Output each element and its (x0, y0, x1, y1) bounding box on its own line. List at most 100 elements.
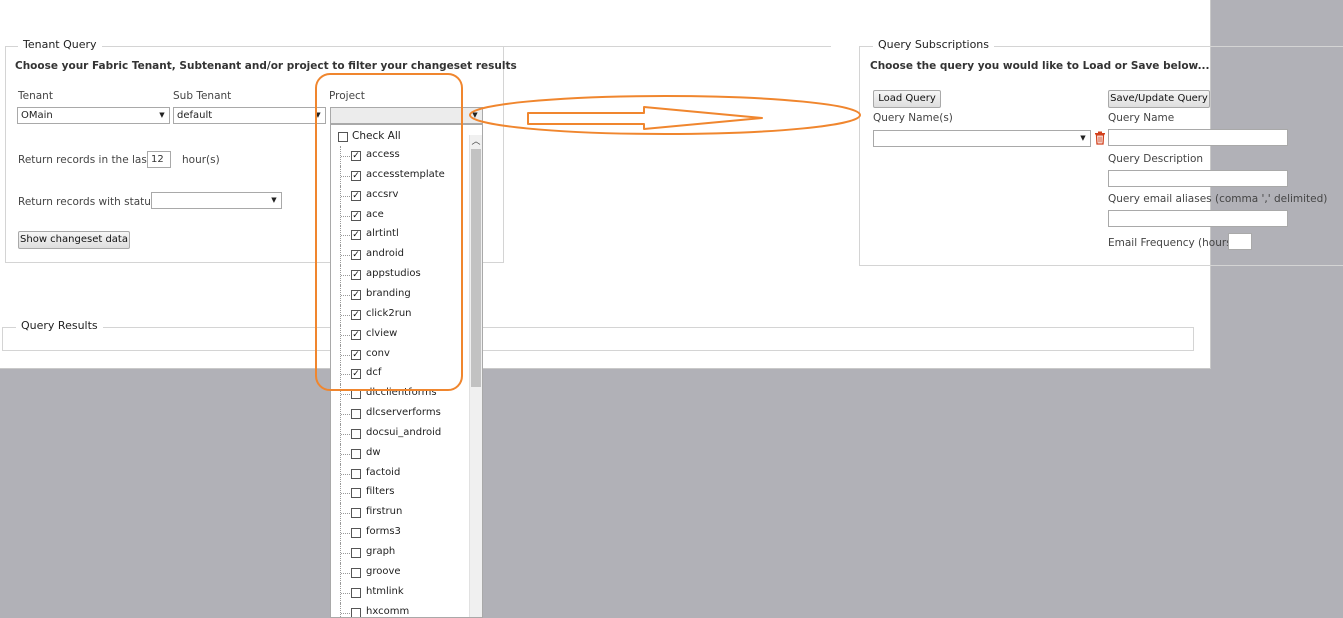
tree-connector (340, 384, 350, 405)
project-option[interactable]: dw (331, 443, 471, 464)
save-query-button[interactable]: Save/Update Query (1108, 90, 1210, 108)
project-option[interactable]: hxcomm (331, 602, 471, 617)
project-option-checkbox[interactable] (351, 567, 361, 578)
project-option-label: branding (366, 287, 411, 299)
project-option-checkbox[interactable]: ✓ (351, 170, 361, 181)
load-query-button[interactable]: Load Query (873, 90, 941, 108)
project-option-label: alrtintl (366, 228, 399, 240)
project-option-checkbox[interactable] (351, 607, 361, 617)
project-option[interactable]: ✓ clview (331, 324, 471, 345)
project-option[interactable]: docsui_android (331, 423, 471, 444)
query-name-input[interactable] (1108, 129, 1288, 146)
project-option[interactable]: ✓ alrtintl (331, 225, 471, 246)
project-option-label: graph (366, 546, 396, 557)
project-dropdown-list[interactable]: Check All ✓ access ✓ accesstemplate ✓ accsrv ✓… (330, 124, 483, 618)
project-option[interactable]: graph (331, 543, 471, 563)
dropdown-scrollbar[interactable]: ︿ (469, 135, 482, 617)
tree-connector (340, 165, 350, 186)
project-option-label: accesstemplate (366, 168, 445, 180)
project-option[interactable]: forms3 (331, 523, 471, 544)
query-name-label: Query Name (1108, 112, 1175, 124)
project-option[interactable]: ✓ accsrv (331, 185, 471, 206)
tree-connector (340, 503, 350, 524)
tenant-select[interactable]: OMain ▼ (17, 107, 170, 124)
query-names-select[interactable]: ▼ (873, 130, 1091, 147)
project-option-label: htmlink (366, 585, 404, 597)
tenant-select-value: OMain (21, 110, 53, 121)
project-option-checkbox[interactable]: ✓ (351, 210, 361, 221)
query-results-legend: Query Results (16, 319, 103, 332)
project-option[interactable]: factoid (331, 463, 471, 484)
return-last-input[interactable]: 12 (147, 151, 171, 168)
tree-connector (340, 483, 350, 504)
tree-connector (340, 463, 350, 484)
hours-label: hour(s) (182, 154, 220, 166)
project-option-label: firstrun (366, 506, 403, 518)
project-option[interactable]: ✓ appstudios (331, 265, 471, 286)
check-all-checkbox[interactable] (338, 132, 348, 142)
project-option-checkbox[interactable]: ✓ (351, 190, 361, 201)
project-option-label: dcf (366, 367, 382, 379)
project-option-label: android (366, 248, 404, 260)
project-option-checkbox[interactable] (351, 587, 361, 598)
email-frequency-input[interactable] (1228, 233, 1252, 250)
project-option-checkbox[interactable] (351, 468, 361, 479)
project-option-label: appstudios (366, 268, 421, 280)
tenant-query-divider (504, 46, 831, 47)
query-description-label: Query Description (1108, 153, 1204, 165)
project-option[interactable]: dlcclientforms (331, 384, 471, 405)
project-option-checkbox[interactable]: ✓ (351, 369, 361, 380)
project-option-checkbox[interactable]: ✓ (351, 151, 361, 161)
project-option[interactable]: firstrun (331, 503, 471, 524)
project-option-checkbox[interactable]: ✓ (351, 250, 361, 261)
project-option[interactable]: ✓ ace (331, 205, 471, 226)
chevron-down-icon: ▼ (271, 196, 277, 204)
scroll-thumb[interactable] (471, 149, 481, 387)
project-option[interactable]: ✓ click2run (331, 304, 471, 325)
project-option-checkbox[interactable] (351, 448, 361, 459)
project-option[interactable]: ✓ branding (331, 284, 471, 305)
project-option-checkbox[interactable] (351, 428, 361, 439)
project-option[interactable]: ✓ conv (331, 344, 471, 365)
project-option[interactable]: htmlink (331, 582, 471, 603)
return-last-label: Return records in the last : (18, 154, 158, 166)
query-results-fieldset (2, 327, 1194, 351)
check-all-option[interactable]: Check All (331, 128, 471, 148)
status-select[interactable]: ▼ (151, 192, 282, 209)
scroll-up-icon[interactable]: ︿ (470, 135, 482, 149)
email-aliases-input[interactable] (1108, 210, 1288, 227)
project-option[interactable]: ✓ access (331, 146, 471, 166)
subtenant-select-value: default (177, 110, 213, 121)
show-changeset-button[interactable]: Show changeset data (18, 231, 130, 249)
project-option-checkbox[interactable]: ✓ (351, 309, 361, 320)
query-names-label: Query Name(s) (873, 112, 953, 124)
project-option-checkbox[interactable] (351, 528, 361, 539)
project-option[interactable]: ✓ android (331, 245, 471, 266)
project-option-checkbox[interactable] (351, 409, 361, 420)
project-option-checkbox[interactable]: ✓ (351, 289, 361, 300)
project-option[interactable]: ✓ accesstemplate (331, 165, 471, 186)
project-option-checkbox[interactable]: ✓ (351, 230, 361, 241)
tree-connector (340, 324, 350, 345)
tree-connector (340, 146, 350, 166)
query-description-input[interactable] (1108, 170, 1288, 187)
project-option-checkbox[interactable]: ✓ (351, 329, 361, 340)
tree-connector (340, 404, 350, 425)
project-option-checkbox[interactable] (351, 389, 361, 400)
project-option-label: dw (366, 446, 381, 458)
project-option[interactable]: dlcserverforms (331, 404, 471, 425)
project-option-checkbox[interactable] (351, 548, 361, 558)
project-option[interactable]: ✓ dcf (331, 364, 471, 385)
project-option-checkbox[interactable] (351, 488, 361, 499)
project-option-checkbox[interactable]: ✓ (351, 270, 361, 281)
project-option-checkbox[interactable]: ✓ (351, 349, 361, 360)
project-option[interactable]: filters (331, 483, 471, 504)
project-option-checkbox[interactable] (351, 508, 361, 519)
tree-connector (340, 582, 350, 603)
project-option[interactable]: groove (331, 562, 471, 583)
trash-icon[interactable] (1094, 131, 1106, 145)
project-select[interactable]: ▼ (330, 107, 483, 124)
tree-connector (340, 284, 350, 305)
project-option-label: access (366, 149, 400, 160)
subtenant-select[interactable]: default ▼ (173, 107, 326, 124)
